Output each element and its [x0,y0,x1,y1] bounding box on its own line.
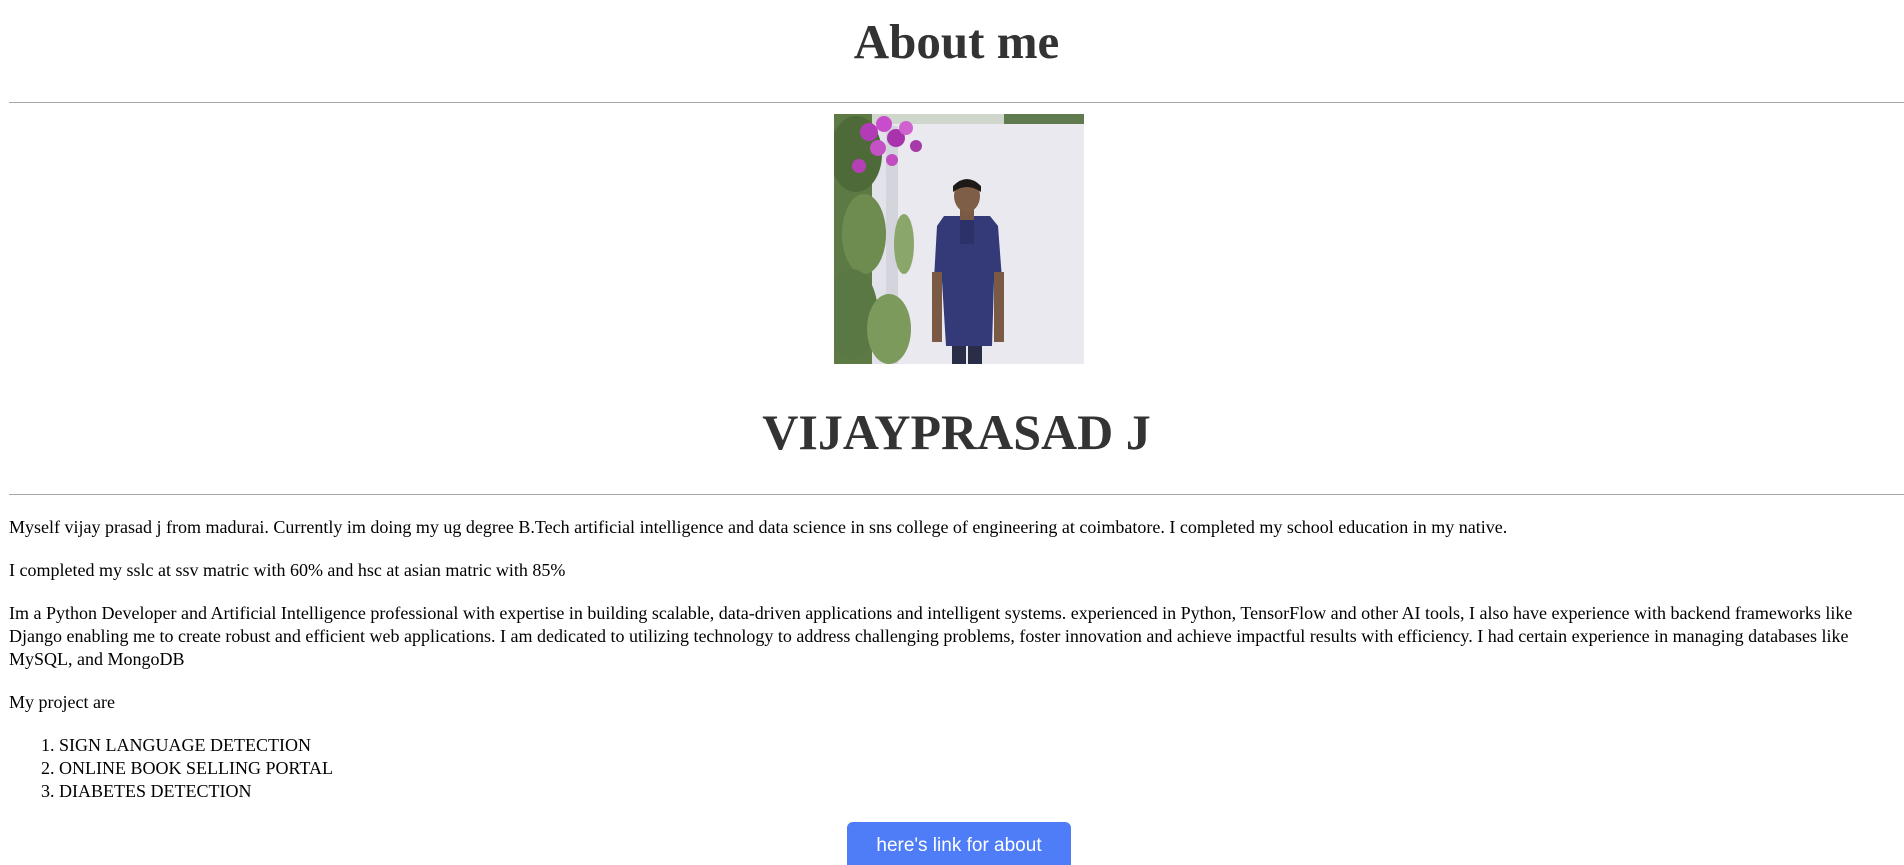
project-item: SIGN LANGUAGE DETECTION [59,734,1887,757]
project-item: ONLINE BOOK SELLING PORTAL [59,757,1887,780]
project-item: DIABETES DETECTION [59,780,1887,803]
profile-photo [834,114,1084,364]
profile-name: VIJAYPRASAD J [762,404,1151,460]
bio-paragraph-intro: Myself vijay prasad j from madurai. Curr… [9,517,1508,537]
about-link-button[interactable]: here's link for about [847,822,1071,865]
bio-section: Myself vijay prasad j from madurai. Curr… [9,516,1887,803]
top-divider [9,102,1904,103]
project-list: SIGN LANGUAGE DETECTION ONLINE BOOK SELL… [9,734,1887,803]
section-divider [9,494,1904,495]
bio-paragraph-education: I completed my sslc at ssv matric with 6… [9,560,566,580]
projects-heading: My project are [9,692,115,712]
bio-paragraph-skills: Im a Python Developer and Artificial Int… [9,603,1853,669]
page-title: About me [853,14,1060,69]
